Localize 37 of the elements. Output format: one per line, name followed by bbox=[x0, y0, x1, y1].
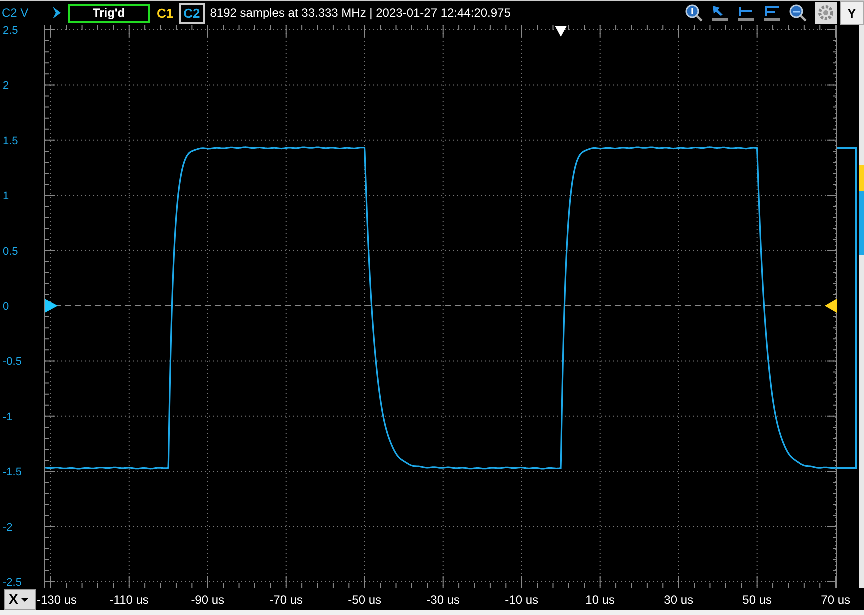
y-axis-label: 0.5 bbox=[3, 246, 18, 258]
zoom-icon[interactable] bbox=[685, 4, 703, 22]
y-axis-label: 1.5 bbox=[3, 135, 18, 148]
x-axis-label: -50 us bbox=[348, 593, 382, 607]
channel-toggle[interactable]: C1 bbox=[152, 2, 179, 24]
settings-button[interactable] bbox=[815, 2, 837, 24]
cursor-arrow-icon[interactable] bbox=[711, 4, 729, 22]
horizontal-lines-icon[interactable] bbox=[763, 4, 781, 22]
x-axis-label: 30 us bbox=[664, 593, 694, 607]
channel-toggle[interactable]: C2 bbox=[178, 2, 206, 24]
x-axis-label: -30 us bbox=[426, 593, 460, 607]
zoom-icon[interactable] bbox=[789, 4, 807, 22]
y-axis-label: -0.5 bbox=[3, 356, 22, 368]
y-axis-label: -2.5 bbox=[3, 577, 22, 588]
x-axis-label: -130 us bbox=[37, 593, 78, 607]
y-axis-label: 1 bbox=[3, 190, 10, 203]
y-axis-label: 2 bbox=[3, 80, 10, 92]
y-axis-label: -1.5 bbox=[3, 466, 22, 479]
acquisition-info: 8192 samples at 33.333 MHz | 2023-01-27 12:44:20.975 bbox=[210, 6, 511, 20]
x-axis-label: -110 us bbox=[110, 593, 149, 607]
x-axis-label: 10 us bbox=[586, 593, 616, 607]
x-axis-label: 50 us bbox=[742, 593, 772, 607]
trigger-level-marker[interactable] bbox=[825, 299, 837, 313]
x-axis-label: -10 us bbox=[505, 593, 539, 607]
channel-offset-marker[interactable] bbox=[45, 299, 58, 313]
axis-unit-label: C2 V bbox=[1, 6, 30, 20]
x-axis-label: -70 us bbox=[270, 593, 304, 607]
horizontal-line-icon[interactable] bbox=[737, 4, 755, 22]
x-axis-dropdown[interactable]: X bbox=[4, 588, 36, 610]
y-axis-label: 0 bbox=[3, 301, 10, 313]
y-axis-label: 2.5 bbox=[3, 25, 18, 37]
x-axis-label: 70 us bbox=[821, 593, 850, 607]
y-axis-label: -2 bbox=[3, 522, 13, 534]
y-axis-button[interactable]: Y bbox=[840, 1, 864, 25]
x-axis-label: -90 us bbox=[191, 593, 225, 607]
trigger-status: Trig'd bbox=[68, 4, 150, 22]
y-axis-label: -1 bbox=[3, 411, 13, 424]
